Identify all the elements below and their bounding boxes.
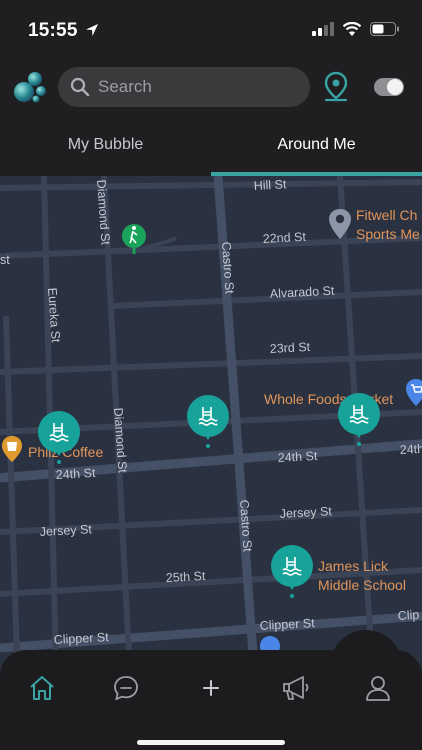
bottom-navigation	[0, 650, 422, 750]
bubble-logo-icon[interactable]	[12, 68, 48, 106]
app-header: Search	[0, 60, 422, 114]
home-tab[interactable]	[26, 672, 58, 704]
place-label-james-lick[interactable]: James Lick	[318, 558, 389, 574]
toggle-knob	[387, 79, 403, 95]
tab-around-me[interactable]: Around Me	[211, 114, 422, 176]
wifi-icon	[342, 22, 362, 36]
battery-icon	[370, 22, 399, 36]
street-label: Hill St	[253, 177, 287, 193]
search-icon	[70, 77, 90, 97]
street-label: st	[0, 253, 10, 267]
cellular-signal-icon	[312, 22, 334, 36]
profile-tab[interactable]	[362, 672, 394, 704]
location-pin-icon[interactable]	[322, 71, 350, 103]
street-label: 24th St	[399, 441, 422, 457]
street-label: 23rd St	[269, 340, 311, 356]
street-label: Jersey St	[39, 522, 92, 539]
home-icon	[30, 676, 54, 700]
plus-icon	[203, 680, 219, 696]
chat-bubble-icon	[114, 676, 138, 701]
tab-my-bubble[interactable]: My Bubble	[0, 114, 211, 176]
street-label: Clip	[397, 608, 419, 623]
announcements-tab[interactable]	[280, 672, 312, 704]
street-label: 24th St	[55, 466, 96, 482]
megaphone-icon	[283, 676, 309, 700]
visibility-toggle[interactable]	[374, 78, 404, 96]
street-label: Clipper St	[53, 630, 109, 647]
street-label: Jersey St	[279, 504, 332, 521]
street-label: 24th St	[277, 449, 318, 465]
status-time: 15:55	[28, 20, 78, 41]
person-icon	[366, 676, 390, 701]
place-label-fitwell[interactable]: Fitwell Ch	[356, 207, 417, 223]
messages-tab[interactable]	[110, 672, 142, 704]
street-label: Clipper St	[259, 616, 315, 633]
add-tab[interactable]	[195, 672, 227, 704]
status-bar: 15:55	[0, 0, 422, 60]
street-label: 25th St	[165, 569, 206, 585]
tab-bar: My Bubble Around Me	[0, 114, 422, 176]
status-indicators	[312, 22, 400, 36]
home-indicator	[137, 740, 285, 745]
search-bar[interactable]: Search	[58, 67, 310, 107]
street-label: 22nd St	[262, 230, 306, 246]
place-label-fitwell-line2[interactable]: Sports Me	[356, 226, 420, 242]
search-input[interactable]: Search	[98, 77, 152, 97]
location-arrow-icon	[86, 24, 98, 36]
place-label-james-lick-line2[interactable]: Middle School	[318, 577, 406, 593]
